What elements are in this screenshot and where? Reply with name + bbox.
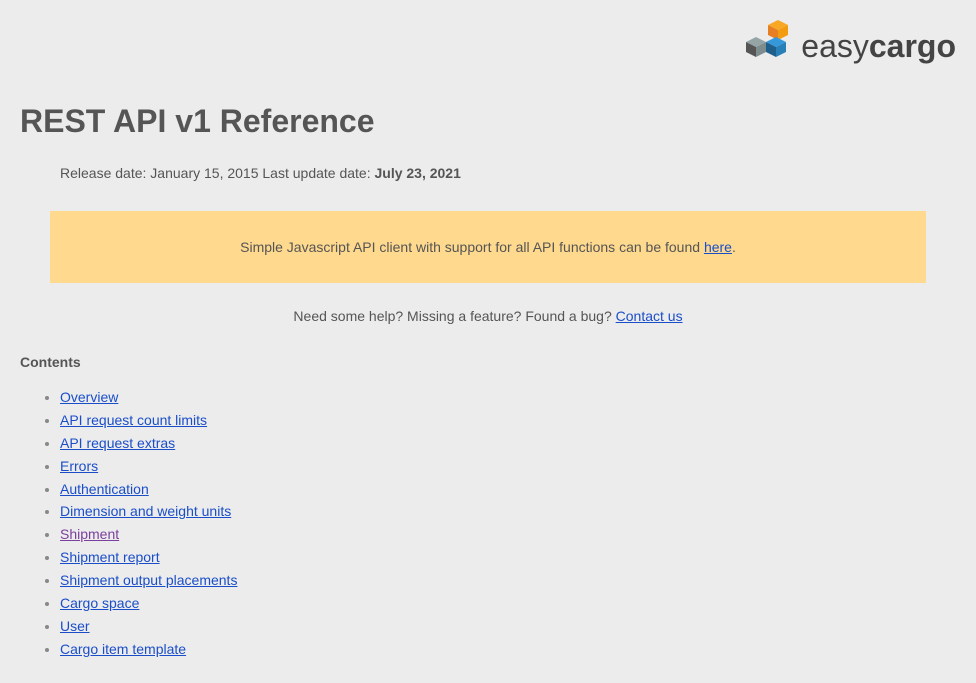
header: easycargo — [20, 20, 956, 73]
contents-link[interactable]: Cargo space — [60, 595, 139, 611]
list-item: API request extras — [60, 434, 956, 453]
list-item: Shipment — [60, 525, 956, 544]
contents-link[interactable]: Shipment report — [60, 549, 160, 565]
contents-link[interactable]: Cargo item template — [60, 641, 186, 657]
contents-link[interactable]: Dimension and weight units — [60, 503, 231, 519]
contents-link[interactable]: Shipment — [60, 526, 119, 542]
logo-text: easycargo — [801, 28, 956, 65]
contact-link[interactable]: Contact us — [616, 308, 683, 324]
list-item: Errors — [60, 457, 956, 476]
notice-box: Simple Javascript API client with suppor… — [50, 211, 926, 283]
contents-link[interactable]: User — [60, 618, 90, 634]
list-item: Shipment report — [60, 548, 956, 567]
list-item: Shipment output placements — [60, 571, 956, 590]
list-item: Authentication — [60, 480, 956, 499]
logo: easycargo — [733, 20, 956, 73]
contents-link[interactable]: Authentication — [60, 481, 149, 497]
contents-link[interactable]: Shipment output placements — [60, 572, 237, 588]
help-text: Need some help? Missing a feature? Found… — [20, 308, 956, 324]
list-item: Cargo item template — [60, 640, 956, 659]
list-item: Dimension and weight units — [60, 502, 956, 521]
notice-link[interactable]: here — [704, 239, 732, 255]
list-item: API request count limits — [60, 411, 956, 430]
release-info: Release date: January 15, 2015 Last upda… — [20, 165, 956, 181]
page-title: REST API v1 Reference — [20, 103, 956, 140]
logo-icon — [733, 20, 793, 73]
contents-link[interactable]: API request extras — [60, 435, 175, 451]
contents-list: Overview API request count limits API requ… — [20, 388, 956, 659]
list-item: Overview — [60, 388, 956, 407]
contents-link[interactable]: Overview — [60, 389, 118, 405]
contents-heading: Contents — [20, 354, 956, 370]
contents-link[interactable]: Errors — [60, 458, 98, 474]
list-item: Cargo space — [60, 594, 956, 613]
contents-link[interactable]: API request count limits — [60, 412, 207, 428]
list-item: User — [60, 617, 956, 636]
